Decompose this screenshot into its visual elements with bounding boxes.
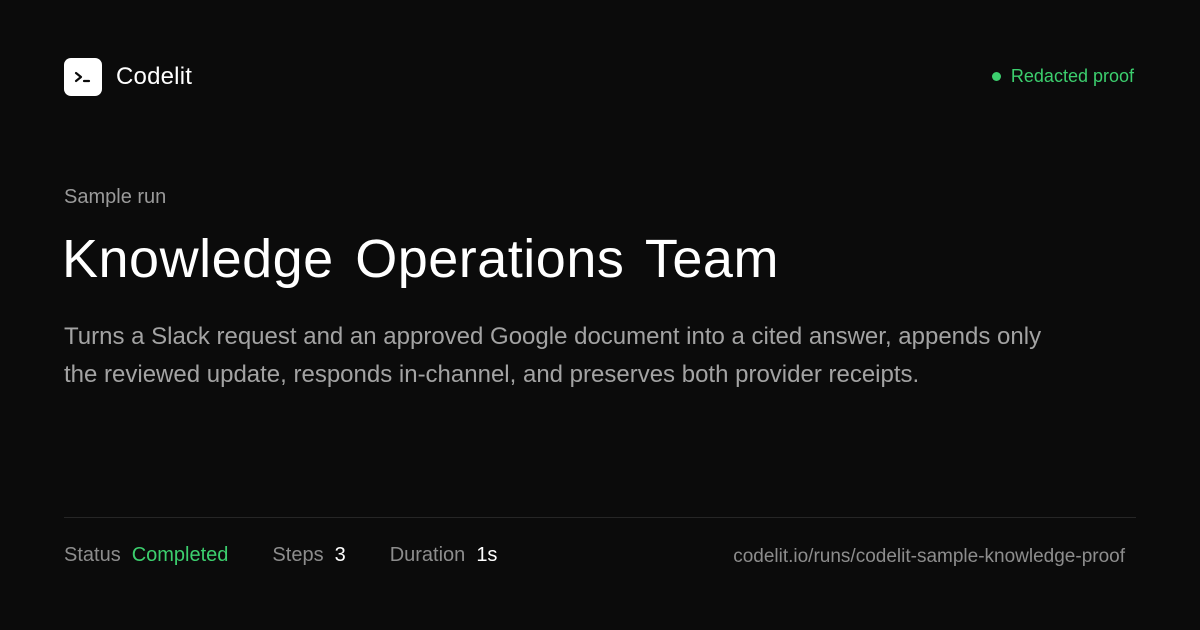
status-value: Completed — [131, 544, 229, 566]
run-meta: Status Completed Steps 3 Duration 1s — [64, 544, 541, 567]
terminal-prompt-icon — [64, 58, 102, 96]
status-meta: Status Completed — [64, 544, 228, 567]
description: Turns a Slack request and an approved Go… — [64, 323, 1042, 388]
steps-value: 3 — [334, 544, 346, 566]
proof-badge: Redacted proof — [991, 66, 1134, 87]
duration-label: Duration — [389, 544, 466, 566]
steps-meta: Steps 3 — [272, 544, 345, 567]
proof-label: Redacted proof — [1010, 66, 1134, 86]
duration-value: 1s — [476, 544, 498, 566]
status-label: Status — [64, 544, 121, 566]
steps-label: Steps — [272, 544, 324, 566]
status-dot-icon — [991, 72, 1001, 81]
eyebrow-label: Sample run — [64, 186, 167, 208]
brand[interactable]: Codelit — [64, 58, 192, 96]
run-url-link[interactable]: codelit.io/runs/codelit-sample-knowledge… — [733, 546, 1125, 568]
divider — [64, 517, 1136, 518]
og-card: Codelit Redacted proof Sample run Knowle… — [0, 0, 1200, 630]
duration-meta: Duration 1s — [390, 544, 498, 567]
page-title: Knowledge Operations Team — [62, 229, 779, 289]
brand-name: Codelit — [116, 63, 193, 90]
